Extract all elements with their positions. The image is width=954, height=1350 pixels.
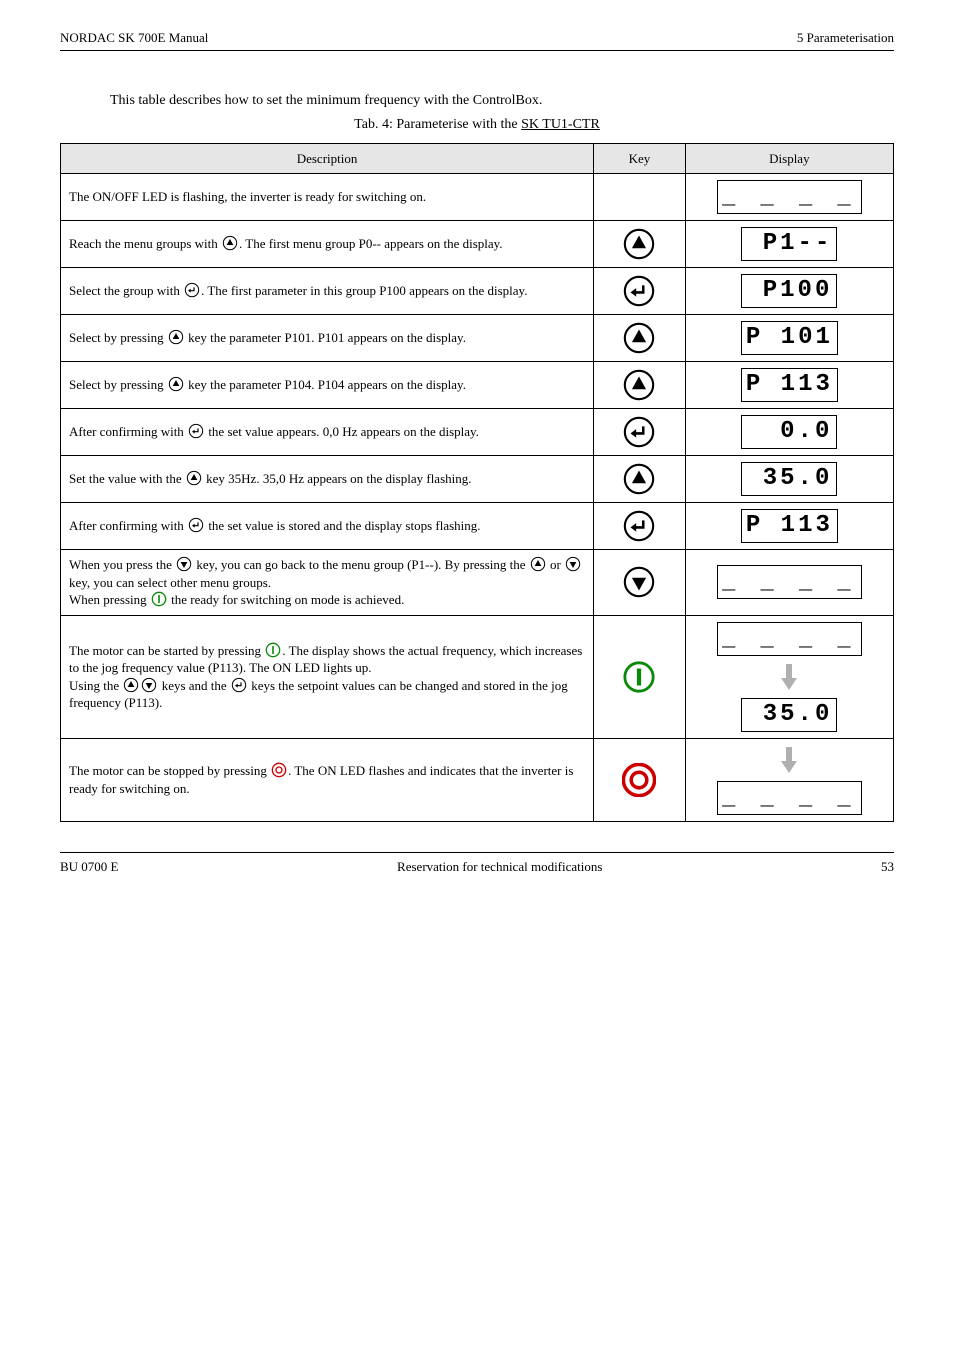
description-cell: When you press the key, you can go back …: [61, 550, 594, 616]
enter-icon: [231, 677, 247, 693]
description-cell: The motor can be stopped by pressing . T…: [61, 738, 594, 821]
lcd-display: P 113: [741, 368, 838, 402]
table-row: Set the value with the key 35Hz. 35,0 Hz…: [61, 456, 894, 503]
description-cell: Reach the menu groups with . The first m…: [61, 221, 594, 268]
up-icon: [186, 470, 202, 486]
up-icon: [622, 227, 656, 261]
description-cell: The motor can be started by pressing . T…: [61, 615, 594, 738]
table-row: After confirming with the set value is s…: [61, 503, 894, 550]
lcd-display: P1--: [741, 227, 837, 261]
up-icon: [622, 368, 656, 402]
up-icon: [123, 677, 139, 693]
enter-icon: [188, 423, 204, 439]
stop-icon: [622, 763, 656, 797]
up-icon: [168, 329, 184, 345]
description-cell: Select by pressing key the parameter P10…: [61, 362, 594, 409]
lcd-display: 0.0: [741, 415, 837, 449]
lcd-display: P 113: [741, 509, 838, 543]
enter-icon: [622, 274, 656, 308]
display-cell: P 101: [685, 315, 893, 362]
description-cell: After confirming with the set value is s…: [61, 503, 594, 550]
enter-icon: [188, 517, 204, 533]
lcd-display: 35.0: [741, 462, 837, 496]
header-rule: [60, 50, 894, 51]
th-description: Description: [61, 143, 594, 174]
down-icon: [141, 677, 157, 693]
display-cell: 0.0: [685, 409, 893, 456]
power-icon: [622, 660, 656, 694]
table-row: The motor can be started by pressing . T…: [61, 615, 894, 738]
footer-left: BU 0700 E: [60, 859, 119, 875]
lcd-display: P100: [741, 274, 837, 308]
lcd-display: _ _ _ _: [717, 565, 861, 599]
display-cell: _ _ _ _: [685, 550, 893, 616]
down-icon: [622, 565, 656, 599]
caption-prefix: Tab. 4: Parameterise with the: [354, 117, 521, 132]
table-row: When you press the key, you can go back …: [61, 550, 894, 616]
key-cell: [594, 174, 686, 221]
description-cell: Select the group with . The first parame…: [61, 268, 594, 315]
arrow-down-icon: [777, 745, 801, 775]
enter-icon: [622, 509, 656, 543]
table-row: Select the group with . The first parame…: [61, 268, 894, 315]
table-row: The ON/OFF LED is flashing, the inverter…: [61, 174, 894, 221]
table-row: The motor can be stopped by pressing . T…: [61, 738, 894, 821]
up-icon: [622, 321, 656, 355]
display-cell: _ _ _ _: [685, 738, 893, 821]
key-cell: [594, 221, 686, 268]
power-icon: [151, 591, 167, 607]
display-cell: P100: [685, 268, 893, 315]
key-cell: [594, 615, 686, 738]
caption-model: SK TU1-CTR: [521, 117, 600, 132]
th-key: Key: [594, 143, 686, 174]
display-cell: P 113: [685, 362, 893, 409]
stop-icon: [271, 762, 287, 778]
display-cell: _ _ _ _ 35.0: [685, 615, 893, 738]
procedure-table: Description Key Display The ON/OFF LED i…: [60, 143, 894, 822]
table-row: Select by pressing key the parameter P10…: [61, 362, 894, 409]
key-cell: [594, 268, 686, 315]
table-row: Reach the menu groups with . The first m…: [61, 221, 894, 268]
pre-caption: This table describes how to set the mini…: [110, 91, 844, 111]
power-icon: [265, 642, 281, 658]
display-cell: P 113: [685, 503, 893, 550]
description-cell: Set the value with the key 35Hz. 35,0 Hz…: [61, 456, 594, 503]
display-cell: P1--: [685, 221, 893, 268]
footer-right: 53: [881, 859, 894, 875]
enter-icon: [622, 415, 656, 449]
display-cell: _ _ _ _: [685, 174, 893, 221]
lcd-display: P 101: [741, 321, 838, 355]
table-caption: Tab. 4: Parameterise with the SK TU1-CTR: [60, 117, 894, 133]
th-display: Display: [685, 143, 893, 174]
description-cell: The ON/OFF LED is flashing, the inverter…: [61, 174, 594, 221]
table-row: After confirming with the set value appe…: [61, 409, 894, 456]
display-cell: 35.0: [685, 456, 893, 503]
table-row: Select by pressing key the parameter P10…: [61, 315, 894, 362]
down-icon: [176, 556, 192, 572]
up-icon: [168, 376, 184, 392]
key-cell: [594, 409, 686, 456]
key-cell: [594, 738, 686, 821]
footer-rule: [60, 852, 894, 853]
up-icon: [222, 235, 238, 251]
enter-icon: [184, 282, 200, 298]
lcd-display: _ _ _ _: [717, 180, 861, 214]
up-icon: [530, 556, 546, 572]
key-cell: [594, 456, 686, 503]
key-cell: [594, 503, 686, 550]
lcd-display: _ _ _ _: [717, 781, 861, 815]
arrow-down-icon: [777, 662, 801, 692]
key-cell: [594, 550, 686, 616]
header-right-line1: 5 Parameterisation: [797, 30, 894, 46]
lcd-display: 35.0: [741, 698, 837, 732]
lcd-display: _ _ _ _: [717, 622, 861, 656]
up-icon: [622, 462, 656, 496]
key-cell: [594, 315, 686, 362]
description-cell: Select by pressing key the parameter P10…: [61, 315, 594, 362]
footer-center: Reservation for technical modifications: [397, 859, 602, 875]
down-icon: [565, 556, 581, 572]
key-cell: [594, 362, 686, 409]
description-cell: After confirming with the set value appe…: [61, 409, 594, 456]
header-left: NORDAC SK 700E Manual: [60, 30, 208, 46]
